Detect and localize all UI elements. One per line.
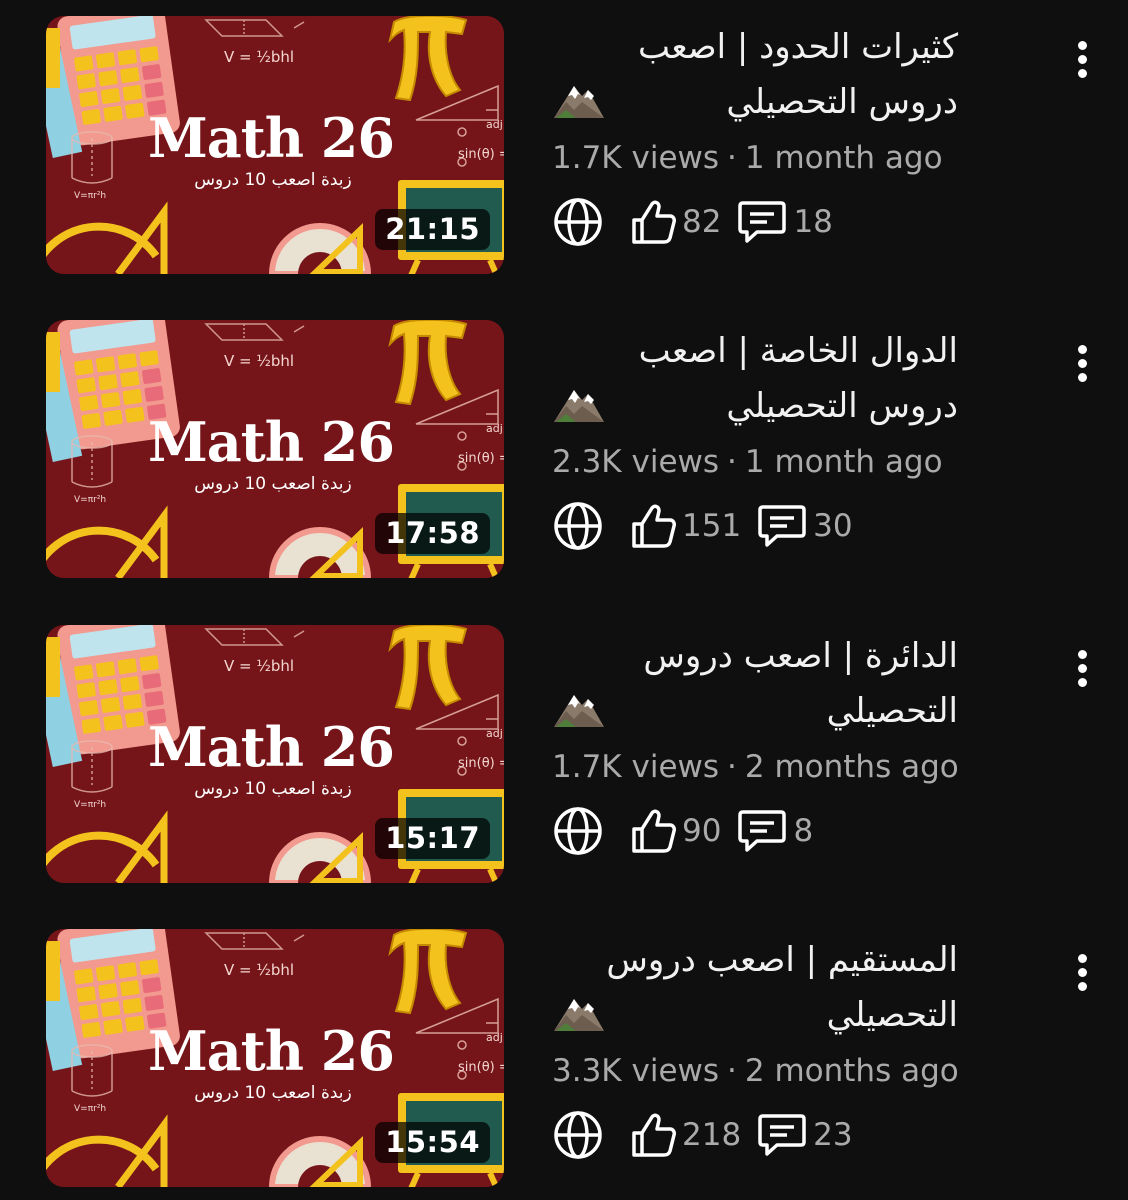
thumbnail-formula-volume: V = ½bhl [224,48,294,66]
thumbnail-formula-sin: sin(θ) = [458,1060,504,1075]
globe-icon [552,196,604,248]
thumbnail-label-adj: adj [486,727,503,740]
meta-separator: · [727,749,737,785]
duration-badge: 15:54 [375,1122,490,1163]
duration-badge: 21:15 [375,209,490,250]
thumbnail-formula-volume: V = ½bhl [224,657,294,675]
view-count: 2.3K views [552,444,720,480]
thumbnail-subtitle: زبدة اصعب 10 دروس [194,474,352,494]
video-thumbnail[interactable]: V = ½bhl sin(θ) = adj V=πr²h Math 26 زبد… [46,16,504,274]
thumbnail-label-adj: adj [486,422,503,435]
thumbnail-label-cylinder: V=πr²h [74,495,106,505]
meta-separator: · [727,140,737,176]
like-count: 218 [682,1117,742,1153]
video-stats: 151 30 [552,500,853,552]
more-vertical-icon[interactable] [1066,647,1098,695]
video-stats: 82 18 [552,196,833,248]
thumbnail-formula-volume: V = ½bhl [224,352,294,370]
thumbnail-formula-volume: V = ½bhl [224,961,294,979]
video-row[interactable]: V = ½bhl sin(θ) = adj V=πr²h Math 26 زبد… [0,16,1128,276]
thumbnail-subtitle: زبدة اصعب 10 دروس [194,779,352,799]
video-meta: 3.3K views · 2 months ago [552,1053,959,1089]
thumbnail-title: Math 26 [148,106,395,170]
video-info: كثيرات الحدود | اصعب دروس التحصيلي 1.7K … [552,16,1052,274]
video-title-line-1: الدوال الخاصة | اصعب [638,331,958,371]
thumbnail-formula-sin: sin(θ) = [458,756,504,771]
thumbnail-label-cylinder: V=πr²h [74,1104,106,1114]
mountain-emoji-icon [554,390,604,422]
view-count: 1.7K views [552,749,720,785]
mountain-emoji-icon [554,86,604,118]
more-vertical-icon[interactable] [1066,38,1098,86]
meta-separator: · [727,444,737,480]
view-count: 1.7K views [552,140,720,176]
mountain-emoji-icon [554,999,604,1031]
video-info: الدوال الخاصة | اصعب دروس التحصيلي 2.3K … [552,320,1052,578]
upload-age: 2 months ago [744,1053,959,1089]
video-meta: 1.7K views · 1 month ago [552,140,943,176]
thumbnail-title: Math 26 [148,1019,395,1083]
thumbnail-title: Math 26 [148,410,395,474]
video-thumbnail[interactable]: V = ½bhl sin(θ) = adj V=πr²h Math 26 زبد… [46,320,504,578]
comment-icon[interactable] [737,199,787,245]
video-stats: 90 8 [552,805,813,857]
video-meta: 1.7K views · 2 months ago [552,749,959,785]
thumbs-up-icon[interactable] [630,502,678,550]
video-meta: 2.3K views · 1 month ago [552,444,943,480]
more-vertical-icon[interactable] [1066,342,1098,390]
video-title-line-1: المستقيم | اصعب دروس [606,940,958,980]
thumbnail-title: Math 26 [148,715,395,779]
like-count: 82 [682,204,722,240]
like-count: 90 [682,813,722,849]
comment-icon[interactable] [737,808,787,854]
globe-icon [552,805,604,857]
video-thumbnail[interactable]: V = ½bhl sin(θ) = adj V=πr²h Math 26 زبد… [46,625,504,883]
duration-badge: 17:58 [375,513,490,554]
comment-count: 18 [793,204,833,240]
thumbnail-formula-sin: sin(θ) = [458,451,504,466]
globe-icon [552,1109,604,1161]
thumbnail-formula-sin: sin(θ) = [458,147,504,162]
video-row[interactable]: V = ½bhl sin(θ) = adj V=πr²h Math 26 زبد… [0,929,1128,1189]
more-vertical-icon[interactable] [1066,951,1098,999]
video-title-line-1: الدائرة | اصعب دروس [643,636,958,676]
thumbnail-subtitle: زبدة اصعب 10 دروس [194,170,352,190]
comment-count: 8 [793,813,814,849]
mountain-emoji-icon [554,695,604,727]
thumbs-up-icon[interactable] [630,807,678,855]
video-info: الدائرة | اصعب دروس التحصيلي 1.7K views ·… [552,625,1052,883]
thumbs-up-icon[interactable] [630,1111,678,1159]
video-list: V = ½bhl sin(θ) = adj V=πr²h Math 26 زبد… [0,0,1128,1200]
comment-count: 30 [813,508,853,544]
meta-separator: · [727,1053,737,1089]
view-count: 3.3K views [552,1053,720,1089]
comment-icon[interactable] [757,1112,807,1158]
thumbnail-label-cylinder: V=πr²h [74,800,106,810]
thumbs-up-icon[interactable] [630,198,678,246]
upload-age: 2 months ago [744,749,959,785]
video-stats: 218 23 [552,1109,853,1161]
globe-icon [552,500,604,552]
comment-count: 23 [813,1117,853,1153]
upload-age: 1 month ago [744,140,943,176]
like-count: 151 [682,508,742,544]
duration-badge: 15:17 [375,818,490,859]
upload-age: 1 month ago [744,444,943,480]
thumbnail-subtitle: زبدة اصعب 10 دروس [194,1083,352,1103]
comment-icon[interactable] [757,503,807,549]
thumbnail-label-adj: adj [486,1031,503,1044]
thumbnail-label-adj: adj [486,118,503,131]
video-row[interactable]: V = ½bhl sin(θ) = adj V=πr²h Math 26 زبد… [0,320,1128,580]
thumbnail-label-cylinder: V=πr²h [74,191,106,201]
video-info: المستقيم | اصعب دروس التحصيلي 3.3K views… [552,929,1052,1187]
video-title-line-1: كثيرات الحدود | اصعب [637,27,958,67]
video-row[interactable]: V = ½bhl sin(θ) = adj V=πr²h Math 26 زبد… [0,625,1128,885]
video-thumbnail[interactable]: V = ½bhl sin(θ) = adj V=πr²h Math 26 زبد… [46,929,504,1187]
